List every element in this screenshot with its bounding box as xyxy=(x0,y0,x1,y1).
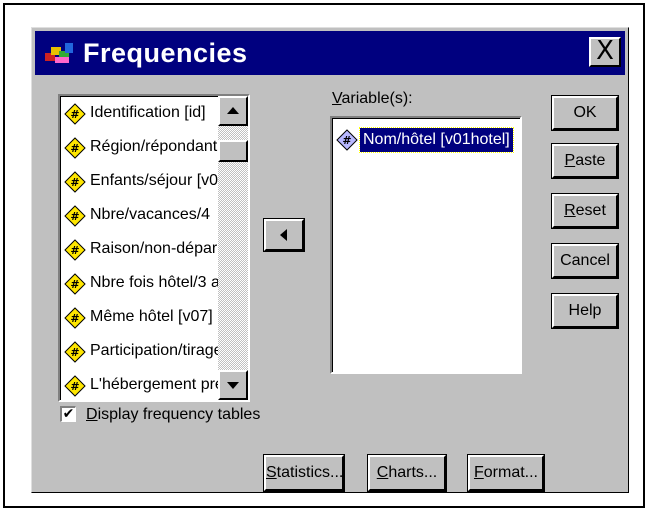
charts-label: harts... xyxy=(388,464,438,481)
svg-text:#: # xyxy=(342,134,351,147)
paste-button[interactable]: Paste xyxy=(552,144,618,178)
numeric-variable-icon: # xyxy=(64,239,86,261)
svg-text:#: # xyxy=(70,244,79,257)
svg-text:#: # xyxy=(70,380,79,393)
source-variable-label: Enfants/séjour [v0 xyxy=(90,172,219,189)
svg-text:#: # xyxy=(70,278,79,291)
numeric-variable-icon: # xyxy=(64,273,86,295)
svg-text:#: # xyxy=(70,142,79,155)
ok-label: OK xyxy=(573,104,597,121)
numeric-variable-icon: # xyxy=(64,307,86,329)
checkbox-label-text: isplay frequency tables xyxy=(97,406,261,423)
arrow-down-icon xyxy=(227,382,239,389)
help-button[interactable]: Help xyxy=(552,294,618,328)
statistics-mnemonic: S xyxy=(266,464,277,481)
spss-app-icon xyxy=(45,43,73,63)
reset-button[interactable]: Reset xyxy=(552,194,618,228)
paste-label: aste xyxy=(575,152,606,169)
variables-label: Variable(s): xyxy=(332,90,413,108)
screenshot-frame: Frequencies X # Identification [id] # Régio… xyxy=(3,3,645,508)
format-label: ormat... xyxy=(483,464,538,481)
source-variable-label: Région/répondant xyxy=(90,138,218,155)
cancel-label: Cancel xyxy=(560,252,610,269)
scroll-thumb[interactable] xyxy=(218,140,248,162)
checkbox-label: Display frequency tables xyxy=(86,403,260,427)
scroll-down-button[interactable] xyxy=(218,370,248,400)
selected-variable-list[interactable]: # Nom/hôtel [v01hotel] xyxy=(330,116,522,374)
close-icon: X xyxy=(596,36,614,66)
source-variable-label: Participation/tirage xyxy=(90,342,223,359)
check-mark-icon: ✔ xyxy=(62,406,75,422)
help-label: Help xyxy=(568,302,602,319)
format-button[interactable]: Format... xyxy=(468,455,544,491)
source-variable-list[interactable]: # Identification [id] # Région/répondant # En… xyxy=(58,94,250,402)
numeric-variable-icon: # xyxy=(336,129,358,151)
cancel-button[interactable]: Cancel xyxy=(552,244,618,278)
move-variable-button[interactable] xyxy=(264,219,304,251)
checkbox-box[interactable]: ✔ xyxy=(60,406,76,422)
source-variable-label: L'hébergement préf xyxy=(90,376,229,393)
numeric-variable-icon: # xyxy=(64,171,86,193)
arrow-left-icon xyxy=(280,229,287,241)
close-button[interactable]: X xyxy=(589,37,621,67)
numeric-variable-icon: # xyxy=(64,205,86,227)
format-mnemonic: F xyxy=(473,464,484,481)
numeric-variable-icon: # xyxy=(64,375,86,397)
scroll-up-button[interactable] xyxy=(218,96,248,126)
svg-text:#: # xyxy=(70,210,79,223)
charts-mnemonic: C xyxy=(376,464,389,481)
svg-text:#: # xyxy=(70,176,79,189)
numeric-variable-icon: # xyxy=(64,103,86,125)
selected-variable-label: Nom/hôtel [v01hotel] xyxy=(359,127,514,153)
frequencies-dialog: Frequencies X # Identification [id] # Régio… xyxy=(31,27,629,493)
paste-mnemonic: P xyxy=(564,152,576,169)
numeric-variable-icon: # xyxy=(64,137,86,159)
ok-button[interactable]: OK xyxy=(552,96,618,130)
svg-text:#: # xyxy=(70,108,79,121)
title-bar[interactable]: Frequencies X xyxy=(35,31,625,75)
checkbox-mnemonic: D xyxy=(86,406,98,423)
reset-label: eset xyxy=(575,202,606,219)
statistics-button[interactable]: Statistics... xyxy=(264,455,344,491)
source-variable-label: Identification [id] xyxy=(90,104,206,121)
source-variable-label: Nbre/vacances/4 xyxy=(90,206,211,223)
source-variable-label: Raison/non-dépar xyxy=(90,240,218,257)
statistics-label: tatistics... xyxy=(276,464,344,481)
svg-text:#: # xyxy=(70,312,79,325)
source-list-scrollbar[interactable] xyxy=(218,96,248,400)
reset-mnemonic: R xyxy=(564,202,576,219)
charts-button[interactable]: Charts... xyxy=(368,455,446,491)
dialog-title: Frequencies xyxy=(83,38,248,68)
arrow-up-icon xyxy=(227,107,239,114)
svg-text:#: # xyxy=(70,346,79,359)
source-variable-label: Nbre fois hôtel/3 a xyxy=(90,274,220,291)
numeric-variable-icon: # xyxy=(64,341,86,363)
variables-label-text: ariable(s): xyxy=(341,90,413,107)
source-variable-label: Même hôtel [v07] xyxy=(90,308,213,325)
